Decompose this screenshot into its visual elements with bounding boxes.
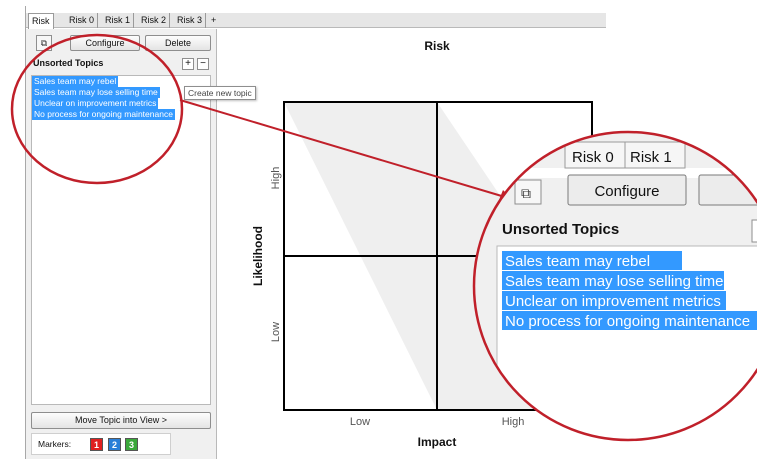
risk-matrix-canvas: Risk Impact Likelihood Low High High Low… [10, 33, 757, 449]
zoom-list-item[interactable]: Sales team may lose selling time [505, 273, 723, 290]
zoom-tab-risk-0[interactable]: Risk 0 [572, 149, 614, 166]
zoom-configure-label: Configure [594, 183, 659, 200]
y-tick-high: High [270, 167, 282, 190]
zoom-list-item[interactable]: Sales team may rebel [505, 253, 650, 270]
screenshot: Risk Risk 0 Risk 1 Risk 2 Risk 3 + ⧉ Con… [0, 0, 757, 459]
zoom-list-item[interactable]: Unclear on improvement metrics [505, 293, 721, 310]
x-tick-low: Low [350, 416, 370, 428]
highlight-circle [10, 33, 184, 185]
y-axis-label: Likelihood [251, 226, 265, 286]
x-tick-high: High [502, 416, 525, 428]
zoom-panel-title: Unsorted Topics [502, 221, 619, 238]
svg-text:⧉: ⧉ [521, 186, 531, 202]
y-tick-low: Low [270, 322, 282, 342]
x-axis-label: Impact [418, 435, 457, 449]
zoom-tab-risk-1[interactable]: Risk 1 [630, 149, 672, 166]
zoom-list-item[interactable]: No process for ongoing maintenance [505, 313, 750, 330]
chart-title: Risk [424, 39, 450, 53]
